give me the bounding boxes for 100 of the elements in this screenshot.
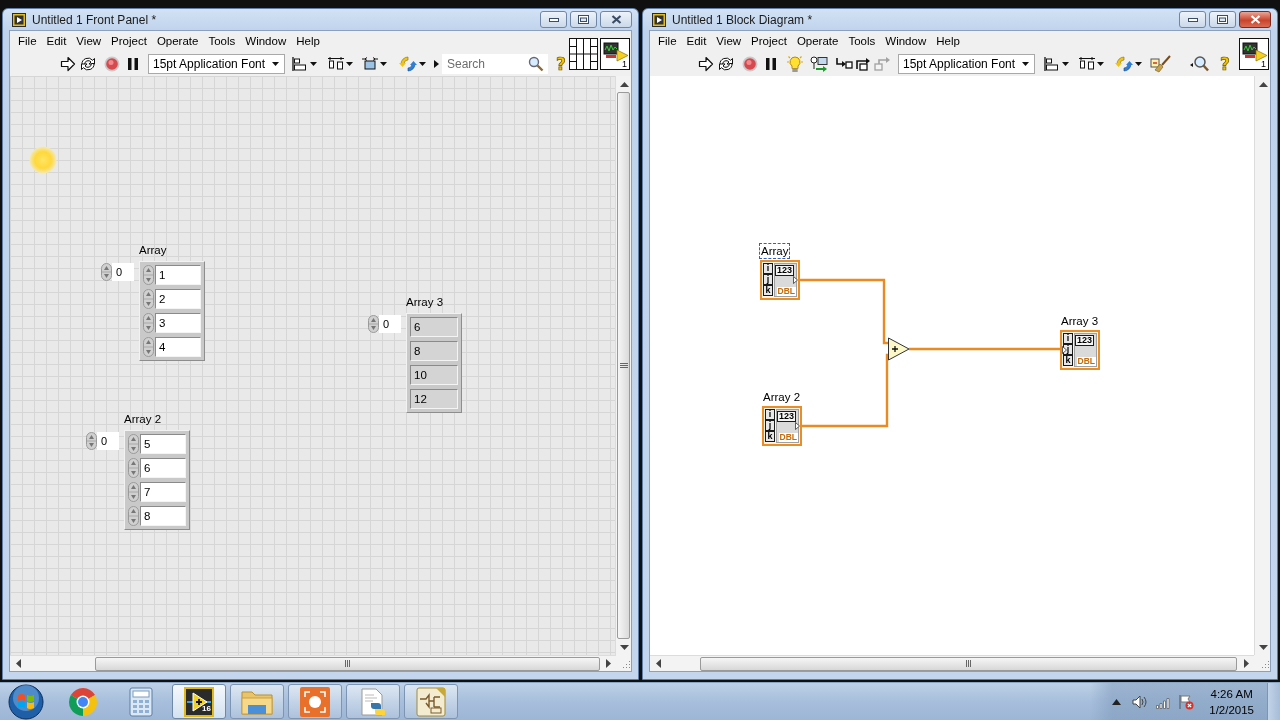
light-bulb-icon[interactable] — [786, 54, 804, 73]
spinner-icon[interactable] — [143, 289, 154, 309]
triangle-icon[interactable] — [434, 59, 439, 68]
start-orb-icon[interactable] — [8, 683, 44, 720]
search-icon[interactable] — [1189, 54, 1209, 73]
numeric-field[interactable]: 4 — [155, 337, 201, 357]
step-into-icon[interactable] — [835, 55, 853, 72]
minimize-button[interactable] — [540, 11, 567, 28]
taskbar-button[interactable] — [230, 684, 284, 719]
numeric-field[interactable]: 1 — [155, 265, 201, 285]
array-terminal[interactable]: i j k 123 DBL — [1060, 330, 1100, 370]
pause-icon[interactable] — [765, 55, 777, 72]
menu-item[interactable]: Edit — [681, 35, 712, 47]
numeric-field[interactable]: 7 — [140, 482, 186, 502]
font-dropdown[interactable]: 15pt Application Font — [898, 53, 1035, 74]
menu-item[interactable]: Project — [106, 35, 152, 47]
scrollbar-thumb[interactable] — [95, 656, 600, 671]
scroll-down-arrow-icon[interactable] — [619, 644, 629, 650]
scrollbar-thumb[interactable] — [700, 656, 1237, 671]
menu-item[interactable]: Help — [931, 35, 965, 47]
clock-time[interactable]: 4:26 AM — [1210, 685, 1253, 702]
run-continuously-icon[interactable] — [718, 55, 734, 72]
menu-item[interactable]: Project — [746, 35, 792, 47]
spinner-icon[interactable] — [128, 506, 139, 526]
run-arrow-icon[interactable] — [60, 55, 76, 72]
spinner-icon[interactable] — [143, 313, 154, 333]
probe-icon[interactable] — [810, 54, 828, 73]
pause-icon[interactable] — [127, 55, 139, 72]
reorder-icon[interactable] — [1114, 54, 1134, 73]
scroll-right-arrow-icon[interactable] — [605, 659, 611, 668]
app-icon[interactable] — [652, 12, 666, 27]
scroll-up-arrow-icon[interactable] — [619, 81, 629, 87]
menu-item[interactable]: Operate — [791, 35, 844, 47]
scroll-left-arrow-icon[interactable] — [655, 659, 661, 668]
abort-icon[interactable] — [742, 55, 758, 72]
menu-item[interactable]: Operate — [151, 35, 204, 47]
caret-icon[interactable] — [380, 61, 387, 66]
segmented-circle-icon[interactable] — [68, 686, 98, 717]
menu-item[interactable]: View — [71, 35, 107, 47]
font-dropdown[interactable]: 15pt Application Font — [148, 53, 285, 74]
index-field[interactable]: 0 — [379, 315, 401, 333]
spinner-icon[interactable] — [128, 458, 139, 478]
caret-icon[interactable] — [346, 61, 353, 66]
run-arrow-icon[interactable] — [698, 55, 714, 72]
minimize-button[interactable] — [1179, 11, 1206, 28]
caret-icon[interactable] — [419, 61, 426, 66]
menu-item[interactable]: File — [653, 35, 682, 47]
menu-item[interactable]: Window — [240, 35, 292, 47]
taskbar-button[interactable] — [404, 684, 458, 719]
menu-item[interactable]: Tools — [843, 35, 881, 47]
scroll-right-arrow-icon[interactable] — [1243, 659, 1249, 668]
array-terminal[interactable]: i j k 123 DBL — [762, 406, 802, 446]
maximize-button[interactable] — [570, 11, 597, 28]
broom-icon[interactable] — [1150, 54, 1172, 73]
maximize-button[interactable] — [1209, 11, 1236, 28]
spinner-icon[interactable] — [86, 432, 97, 450]
align-objects-icon[interactable] — [1043, 55, 1061, 72]
spinner-icon[interactable] — [101, 263, 112, 281]
index-field[interactable]: 0 — [97, 432, 119, 450]
menu-item[interactable]: File — [13, 35, 42, 47]
close-button[interactable] — [1239, 11, 1271, 28]
numeric-field[interactable]: 6 — [140, 458, 186, 478]
add-function-icon[interactable] — [888, 337, 910, 361]
resize-objects-icon[interactable] — [361, 55, 379, 72]
menu-item[interactable]: View — [711, 35, 747, 47]
app-icon[interactable] — [12, 12, 26, 27]
scroll-up-arrow-icon[interactable] — [1258, 81, 1268, 87]
caret-icon[interactable] — [310, 61, 317, 66]
scroll-left-arrow-icon[interactable] — [15, 659, 21, 668]
speaker-icon[interactable] — [1132, 694, 1148, 709]
spinner-icon[interactable] — [128, 434, 139, 454]
numeric-field[interactable]: 3 — [155, 313, 201, 333]
numeric-field[interactable]: 8 — [140, 506, 186, 526]
numeric-field[interactable]: 2 — [155, 289, 201, 309]
vi-icon[interactable]: 1 — [1239, 37, 1269, 70]
reorder-icon[interactable] — [398, 54, 418, 73]
array-terminal[interactable]: i j k 123 DBL — [760, 260, 800, 300]
scrollbar-thumb[interactable] — [617, 92, 630, 639]
vi-icon[interactable]: 1 — [600, 37, 630, 70]
caret-icon[interactable] — [1135, 61, 1142, 66]
run-continuously-icon[interactable] — [80, 55, 96, 72]
menu-item[interactable]: Edit — [41, 35, 72, 47]
taskbar-button[interactable] — [288, 684, 342, 719]
scroll-down-arrow-icon[interactable] — [1258, 644, 1268, 650]
distribute-objects-icon[interactable] — [1078, 55, 1096, 72]
spinner-icon[interactable] — [143, 337, 154, 357]
up-arrow-icon[interactable] — [1112, 698, 1122, 705]
clock-date[interactable]: 1/2/2015 — [1209, 701, 1254, 718]
close-button[interactable] — [600, 11, 632, 28]
caret-icon[interactable] — [1062, 61, 1069, 66]
connector-pane-icon[interactable] — [569, 37, 598, 70]
caret-icon[interactable] — [1097, 61, 1104, 66]
abort-icon[interactable] — [104, 55, 120, 72]
numeric-field[interactable]: 5 — [140, 434, 186, 454]
taskbar-button[interactable]: 16 — [172, 684, 226, 719]
index-field[interactable]: 0 — [112, 263, 134, 281]
flag-x-icon[interactable] — [1178, 693, 1195, 710]
search-icon[interactable] — [528, 55, 544, 72]
distribute-objects-icon[interactable] — [327, 55, 345, 72]
spinner-icon[interactable] — [368, 315, 379, 333]
